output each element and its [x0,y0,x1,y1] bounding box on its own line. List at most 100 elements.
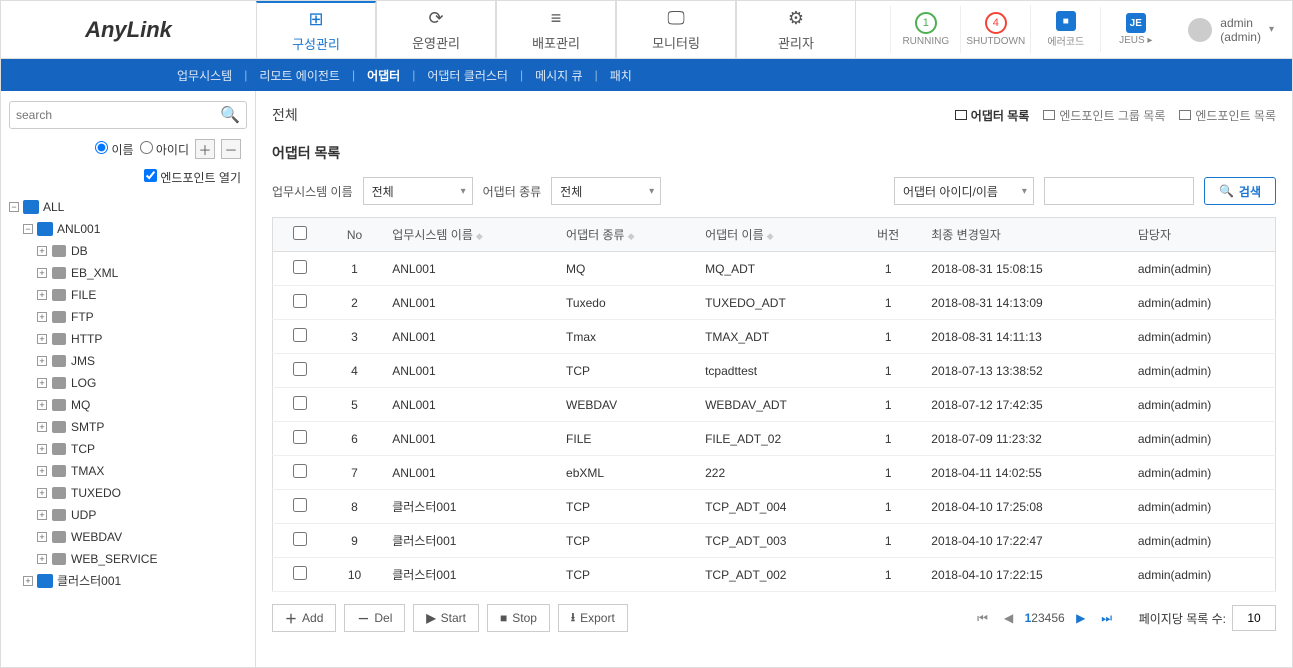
row-checkbox[interactable] [293,294,307,308]
tree-node-DB[interactable]: +DB [9,240,247,262]
table-row[interactable]: 4ANL001TCPtcpadttest12018-07-13 13:38:52… [273,354,1276,388]
per-page-input[interactable] [1232,605,1276,631]
collapse-button[interactable]: － [221,139,241,159]
tree-node-SMTP[interactable]: +SMTP [9,416,247,438]
col-header-5[interactable]: 버전 [855,218,921,252]
row-checkbox[interactable] [293,430,307,444]
expand-icon[interactable]: + [37,400,47,410]
main-tab-배포관리[interactable]: ≡배포관리 [496,1,616,58]
start-button[interactable]: ▶Start [413,604,479,632]
expand-icon[interactable]: + [37,554,47,564]
filter-id-select[interactable]: 어댑터 아이디/이름 [894,177,1034,205]
del-button[interactable]: －Del [344,604,405,632]
col-header-7[interactable]: 담당자 [1128,218,1276,252]
filter-sys-select[interactable]: 전체 [363,177,473,205]
export-button[interactable]: ⭳Export [558,604,628,632]
status-shutdown[interactable]: 4 SHUTDOWN [960,6,1030,53]
subnav-메시지 큐[interactable]: 메시지 큐 [529,67,589,84]
page-first[interactable]: ⏮ [973,608,993,628]
main-tab-모니터링[interactable]: 🖵모니터링 [616,1,736,58]
expand-icon[interactable]: + [37,268,47,278]
expand-icon[interactable]: + [37,444,47,454]
tree-node-TMAX[interactable]: +TMAX [9,460,247,482]
tree-node-WEB_SERVICE[interactable]: +WEB_SERVICE [9,548,247,570]
row-checkbox[interactable] [293,566,307,580]
expand-button[interactable]: ＋ [195,139,215,159]
status-errorcode[interactable]: ■ 에러코드 [1030,5,1100,54]
expand-icon[interactable]: + [37,246,47,256]
row-checkbox[interactable] [293,532,307,546]
expand-icon[interactable]: + [37,334,47,344]
select-all-checkbox[interactable] [293,226,307,240]
sidebar-search[interactable]: 🔍 [9,101,247,129]
row-checkbox[interactable] [293,328,307,342]
table-row[interactable]: 9클러스터001TCPTCP_ADT_00312018-04-10 17:22:… [273,524,1276,558]
radio-id[interactable]: 아이디 [140,141,189,158]
expand-icon[interactable]: + [37,290,47,300]
main-tab-관리자[interactable]: ⚙관리자 [736,1,856,58]
row-checkbox[interactable] [293,260,307,274]
status-running[interactable]: 1 RUNNING [890,6,960,53]
subnav-리모트 에이전트[interactable]: 리모트 에이전트 [253,67,346,84]
table-row[interactable]: 5ANL001WEBDAVWEBDAV_ADT12018-07-12 17:42… [273,388,1276,422]
tree-node-TUXEDO[interactable]: +TUXEDO [9,482,247,504]
expand-icon[interactable]: + [37,510,47,520]
search-button[interactable]: 🔍검색 [1204,177,1276,205]
row-checkbox[interactable] [293,464,307,478]
col-header-6[interactable]: 최종 변경일자 [921,218,1128,252]
row-checkbox[interactable] [293,362,307,376]
row-checkbox[interactable] [293,498,307,512]
page-3[interactable]: 3 [1038,611,1045,625]
tree-node-ALL[interactable]: −ALL [9,196,247,218]
page-next[interactable]: ▶ [1071,608,1091,628]
tree-node-ANL001[interactable]: −ANL001 [9,218,247,240]
page-5[interactable]: 5 [1051,611,1058,625]
table-row[interactable]: 1ANL001MQMQ_ADT12018-08-31 15:08:15admin… [273,252,1276,286]
expand-icon[interactable]: − [23,224,33,234]
expand-icon[interactable]: − [9,202,19,212]
expand-icon[interactable]: + [37,532,47,542]
user-menu[interactable]: admin (admin) ▾ [1170,1,1292,58]
status-jeus[interactable]: JE JEUS ▸ [1100,7,1170,52]
tree-node-WEBDAV[interactable]: +WEBDAV [9,526,247,548]
search-icon[interactable]: 🔍 [220,105,240,125]
subnav-어댑터 클러스터[interactable]: 어댑터 클러스터 [421,67,514,84]
tree-node-HTTP[interactable]: +HTTP [9,328,247,350]
tree-node-FTP[interactable]: +FTP [9,306,247,328]
col-header-3[interactable]: 어댑터 종류◆ [556,218,695,252]
tree-node-LOG[interactable]: +LOG [9,372,247,394]
tree-node-TCP[interactable]: +TCP [9,438,247,460]
table-row[interactable]: 7ANL001ebXML22212018-04-11 14:02:55admin… [273,456,1276,490]
page-prev[interactable]: ◀ [999,608,1019,628]
tree-node-클러스터001[interactable]: +클러스터001 [9,570,247,592]
table-row[interactable]: 2ANL001TuxedoTUXEDO_ADT12018-08-31 14:13… [273,286,1276,320]
view-tab-1[interactable]: 엔드포인트 그룹 목록 [1043,107,1165,124]
tree-node-JMS[interactable]: +JMS [9,350,247,372]
expand-icon[interactable]: + [37,378,47,388]
expand-icon[interactable]: + [37,312,47,322]
view-tab-2[interactable]: 엔드포인트 목록 [1179,107,1276,124]
main-tab-구성관리[interactable]: ⊞구성관리 [256,1,376,58]
expand-icon[interactable]: + [37,466,47,476]
col-header-2[interactable]: 업무시스템 이름◆ [382,218,556,252]
expand-icon[interactable]: + [23,576,33,586]
col-header-4[interactable]: 어댑터 이름◆ [695,218,855,252]
filter-type-select[interactable]: 전체 [551,177,661,205]
subnav-패치[interactable]: 패치 [604,67,638,84]
table-row[interactable]: 6ANL001FILEFILE_ADT_0212018-07-09 11:23:… [273,422,1276,456]
tree-node-FILE[interactable]: +FILE [9,284,247,306]
view-tab-0[interactable]: 어댑터 목록 [955,107,1030,124]
tree-node-EB_XML[interactable]: +EB_XML [9,262,247,284]
table-row[interactable]: 8클러스터001TCPTCP_ADT_00412018-04-10 17:25:… [273,490,1276,524]
add-button[interactable]: ＋Add [272,604,336,632]
table-row[interactable]: 3ANL001TmaxTMAX_ADT12018-08-31 14:11:13a… [273,320,1276,354]
search-input[interactable] [16,108,220,122]
subnav-업무시스템[interactable]: 업무시스템 [171,67,238,84]
stop-button[interactable]: ■Stop [487,604,550,632]
filter-id-input[interactable] [1044,177,1194,205]
row-checkbox[interactable] [293,396,307,410]
expand-icon[interactable]: + [37,356,47,366]
page-2[interactable]: 2 [1031,611,1038,625]
main-tab-운영관리[interactable]: ⟳운영관리 [376,1,496,58]
page-6[interactable]: 6 [1058,611,1065,625]
